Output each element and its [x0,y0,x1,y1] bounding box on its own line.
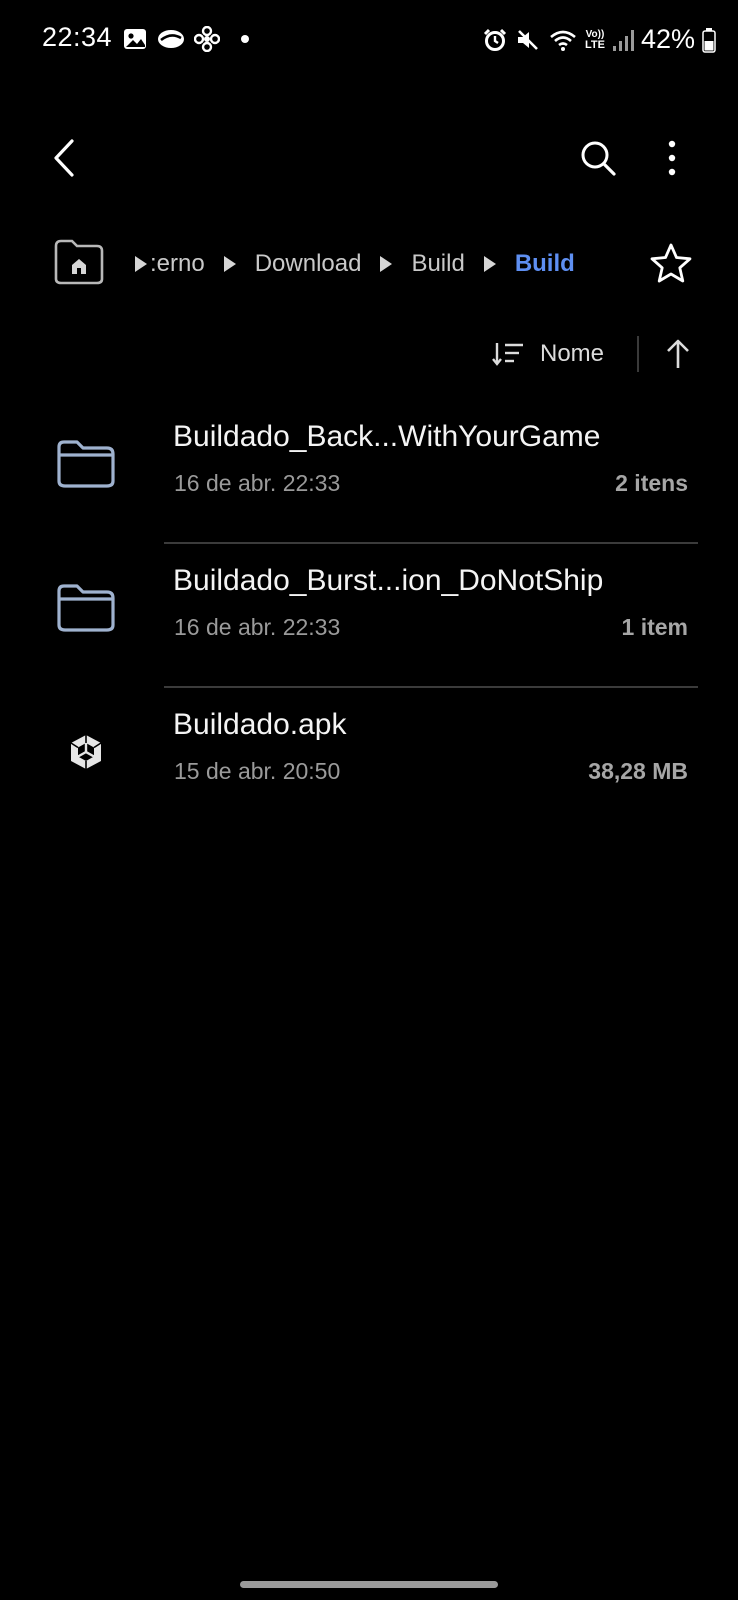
status-bar: 22:34 Vo)) LTE 42% [0,0,738,80]
arrow-up-icon [664,338,692,370]
folder-icon [54,580,118,636]
breadcrumb: :erno Download Build Build [134,232,634,296]
file-item-count: 2 itens [615,470,688,496]
signal-icon [612,28,634,52]
gesture-navigation-handle[interactable] [240,1581,498,1588]
file-date: 16 de abr. 22:33 [174,614,341,640]
notification-dot-icon [240,34,250,44]
folder-icon [54,436,118,492]
breadcrumb-item-current: Build [514,250,575,277]
sort-label: Nome [540,340,605,367]
breadcrumb-item-build[interactable]: Build [411,250,464,278]
file-date: 15 de abr. 20:50 [174,758,341,784]
file-name: Buildado.apk [173,708,347,741]
back-button[interactable] [40,134,88,182]
list-item[interactable]: Buildado_Back...WithYourGame 16 de abr. … [0,400,738,544]
lte-label: LTE [584,38,605,51]
wifi-icon [548,27,578,53]
fan-icon [194,26,220,52]
file-list: Buildado_Back...WithYourGame 16 de abr. … [0,400,738,832]
mute-icon [515,27,541,53]
file-name: Buildado_Burst...ion_DoNotShip [173,564,604,597]
home-button[interactable] [52,238,106,286]
status-right-icons: Vo)) LTE 42% [482,24,716,55]
file-size: 38,28 MB [588,758,688,784]
breadcrumb-separator-icon [134,255,148,273]
breadcrumb-item-interno[interactable]: :erno [150,250,205,278]
favorite-button[interactable] [646,238,696,288]
breadcrumb-separator-icon [223,255,237,273]
more-options-button[interactable] [648,134,696,182]
file-name: Buildado_Back...WithYourGame [173,420,601,453]
sort-direction-button[interactable] [654,330,702,378]
list-item[interactable]: Buildado.apk 15 de abr. 20:50 38,28 MB [0,688,738,832]
cloud-icon [156,26,186,52]
sort-by-button[interactable]: Nome [490,330,604,378]
breadcrumb-separator-icon [483,255,497,273]
app-bar [0,120,738,200]
search-button[interactable] [574,134,622,182]
breadcrumb-row: :erno Download Build Build [0,232,738,296]
sort-icon [490,340,526,368]
status-time: 22:34 [42,22,113,52]
gallery-icon [122,26,148,52]
unity-cube-icon [54,724,118,780]
alarm-icon [482,27,508,53]
breadcrumb-item-download[interactable]: Download [255,250,362,278]
list-item[interactable]: Buildado_Burst...ion_DoNotShip 16 de abr… [0,544,738,688]
more-vertical-icon [667,140,677,176]
status-left-icons [122,26,250,52]
home-folder-icon [52,238,106,286]
sort-divider [637,336,639,372]
star-icon [649,242,693,284]
file-item-count: 1 item [621,614,688,640]
battery-icon [702,27,716,53]
file-date: 16 de abr. 22:33 [174,470,341,496]
volte-lte-icon: Vo)) LTE [584,28,605,51]
search-icon [578,138,618,178]
volte-label: Vo)) [585,28,605,40]
breadcrumb-separator-icon [379,255,393,273]
back-arrow-icon [50,138,78,178]
sort-row: Nome [0,324,738,384]
battery-percent: 42% [640,24,695,54]
